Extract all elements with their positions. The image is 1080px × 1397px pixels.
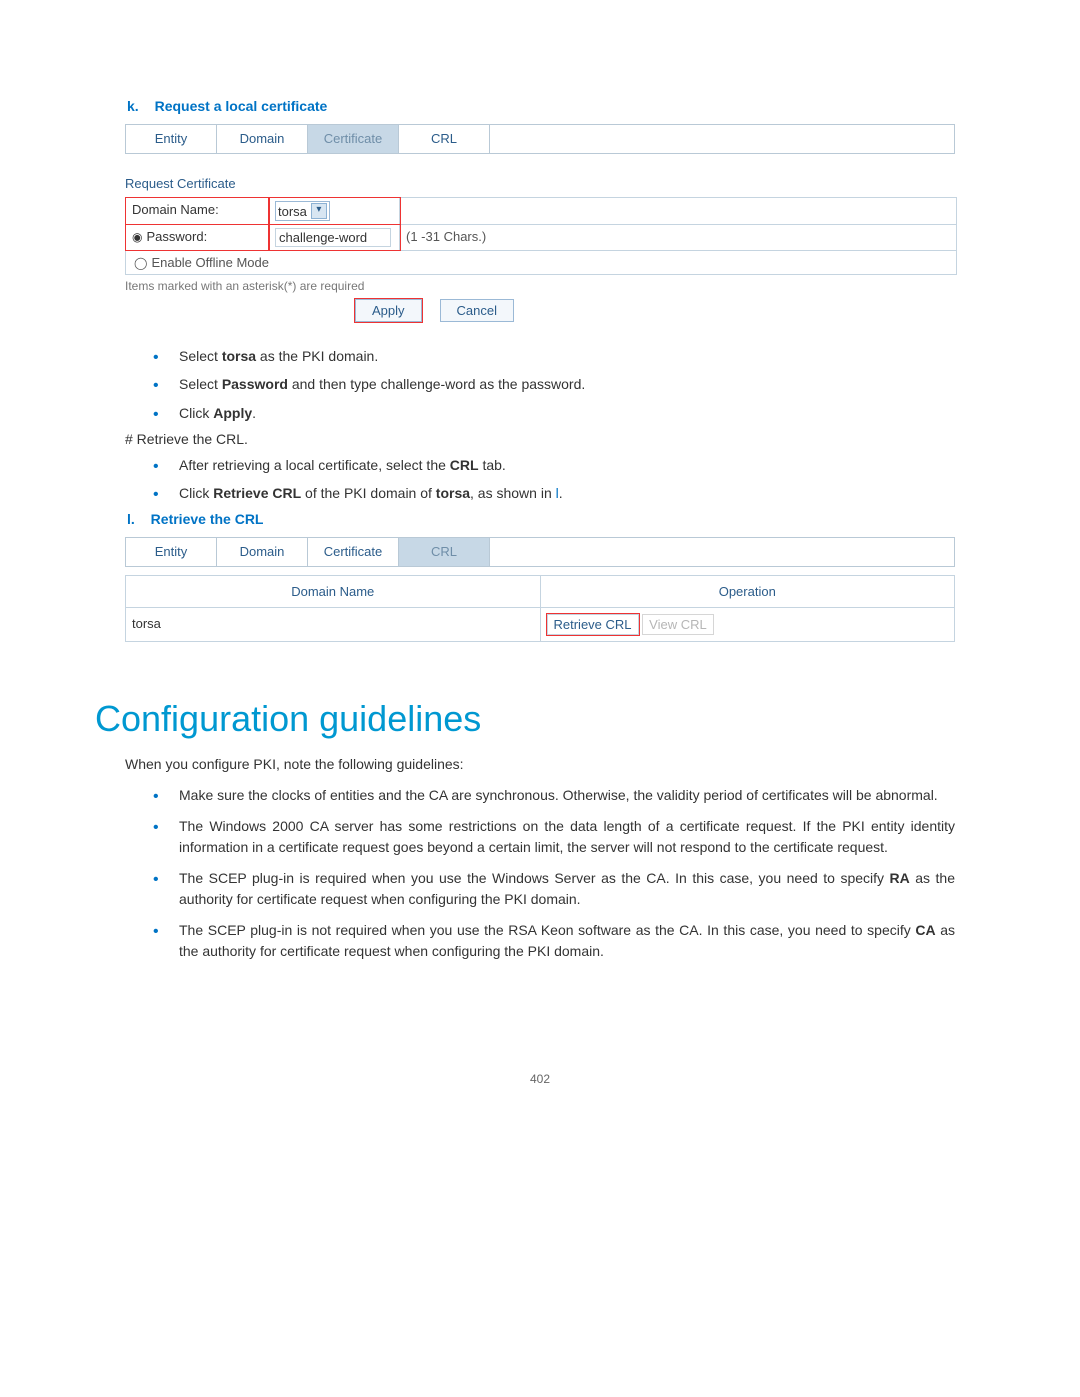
tabbar-certificate: Entity Domain Certificate CRL bbox=[125, 124, 955, 154]
domain-name-label: Domain Name: bbox=[126, 198, 269, 224]
retrieve-crl-button[interactable]: Retrieve CRL bbox=[547, 614, 639, 635]
tabbar2-spacer bbox=[490, 538, 955, 566]
bullet-k-1: Select torsa as the PKI domain. bbox=[153, 346, 985, 366]
guide-4: The SCEP plug-in is not required when yo… bbox=[153, 920, 955, 962]
bullet-crl-1: After retrieving a local certificate, se… bbox=[153, 455, 985, 475]
offline-mode-label: Enable Offline Mode bbox=[151, 255, 269, 270]
crl-col-domain: Domain Name bbox=[126, 576, 541, 607]
crl-row-domain: torsa bbox=[126, 608, 541, 641]
tab2-certificate[interactable]: Certificate bbox=[308, 538, 399, 566]
bullets-after-k: Select torsa as the PKI domain. Select P… bbox=[153, 346, 985, 423]
guide-2: The Windows 2000 CA server has some rest… bbox=[153, 816, 955, 858]
guidelines-intro: When you configure PKI, note the followi… bbox=[125, 754, 985, 774]
offline-mode-radio[interactable]: ◯ bbox=[134, 256, 147, 270]
tab2-crl[interactable]: CRL bbox=[399, 538, 490, 566]
password-radio[interactable]: ◉ bbox=[132, 230, 142, 244]
tab-crl[interactable]: CRL bbox=[399, 125, 490, 153]
step-l-letter: l. bbox=[127, 511, 135, 527]
bullet-k-3: Click Apply. bbox=[153, 403, 985, 423]
step-l-title: Retrieve the CRL bbox=[151, 511, 264, 527]
guide-3: The SCEP plug-in is required when you us… bbox=[153, 868, 955, 910]
tabbar-crl: Entity Domain Certificate CRL bbox=[125, 537, 955, 567]
bullet-crl-2: Click Retrieve CRL of the PKI domain of … bbox=[153, 483, 985, 503]
request-certificate-link[interactable]: Request Certificate bbox=[125, 176, 985, 191]
crl-col-operation: Operation bbox=[541, 576, 955, 607]
guidelines-list: Make sure the clocks of entities and the… bbox=[153, 785, 955, 962]
request-form: Domain Name: torsa ▾ ◉ Password: challeng… bbox=[125, 197, 957, 275]
tab2-domain[interactable]: Domain bbox=[217, 538, 308, 566]
view-crl-button[interactable]: View CRL bbox=[642, 614, 714, 635]
apply-button[interactable]: Apply bbox=[355, 299, 422, 322]
step-l-header: l. Retrieve the CRL bbox=[127, 511, 985, 527]
bullets-crl: After retrieving a local certificate, se… bbox=[153, 455, 985, 504]
chevron-down-icon: ▾ bbox=[311, 203, 327, 219]
password-input[interactable]: challenge-word bbox=[275, 228, 391, 247]
domain-name-value: torsa bbox=[278, 204, 307, 219]
password-hint: (1 -31 Chars.) bbox=[400, 225, 956, 250]
page-number: 402 bbox=[95, 1072, 985, 1086]
password-label: Password: bbox=[146, 229, 207, 244]
form-buttons: Apply Cancel bbox=[355, 299, 985, 322]
password-field-cell: challenge-word bbox=[269, 225, 400, 250]
step-k-header: k. Request a local certificate bbox=[127, 98, 985, 114]
tab2-entity[interactable]: Entity bbox=[125, 538, 217, 566]
tab-entity[interactable]: Entity bbox=[125, 125, 217, 153]
tabbar-spacer bbox=[490, 125, 955, 153]
crl-table: Domain Name Operation torsa Retrieve CRL… bbox=[125, 575, 955, 642]
required-note: Items marked with an asterisk(*) are req… bbox=[125, 279, 985, 293]
offline-mode-cell: ◯ Enable Offline Mode bbox=[126, 251, 956, 274]
guide-1: Make sure the clocks of entities and the… bbox=[153, 785, 955, 806]
domain-name-cell: torsa ▾ bbox=[269, 198, 400, 224]
password-label-cell: ◉ Password: bbox=[126, 225, 269, 250]
bullet-k-2: Select Password and then type challenge-… bbox=[153, 374, 985, 394]
cancel-button[interactable]: Cancel bbox=[440, 299, 514, 322]
crl-row-ops: Retrieve CRL View CRL bbox=[541, 608, 955, 641]
tab-certificate[interactable]: Certificate bbox=[308, 125, 399, 153]
step-k-letter: k. bbox=[127, 98, 139, 114]
hash-retrieve: # Retrieve the CRL. bbox=[125, 431, 985, 447]
domain-name-select[interactable]: torsa ▾ bbox=[275, 201, 330, 221]
step-k-title: Request a local certificate bbox=[155, 98, 328, 114]
h1-config-guidelines: Configuration guidelines bbox=[95, 698, 985, 740]
tab-domain[interactable]: Domain bbox=[217, 125, 308, 153]
